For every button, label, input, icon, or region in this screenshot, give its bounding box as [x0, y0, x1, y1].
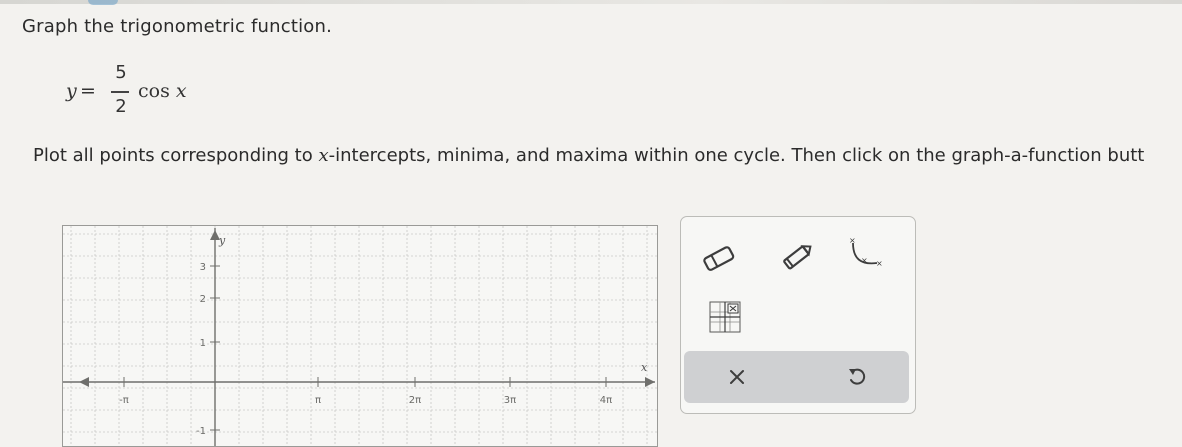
tool-action-bar: [684, 351, 909, 403]
question-instruction: Graph the trigonometric function.: [22, 16, 333, 37]
function-name: cos: [138, 80, 170, 102]
close-icon: [730, 370, 744, 384]
top-tab-indicator: [88, 0, 118, 5]
grid-lines: [63, 226, 657, 446]
pencil-icon: [783, 245, 812, 270]
plot-instruction: Plot all points corresponding to x-inter…: [33, 145, 1144, 166]
fraction-denominator: 2: [115, 96, 127, 117]
function-curve-icon: × × ×: [849, 236, 883, 268]
x-tick-label: π: [315, 395, 321, 406]
fraction-numerator: 5: [115, 62, 127, 83]
x-tick-label: 4π: [600, 395, 612, 406]
function-variable: x: [175, 80, 187, 102]
x-axis-arrow-left: [79, 377, 89, 387]
fraction-bar: [111, 91, 129, 93]
function-icon-mark: ×: [861, 256, 868, 265]
graph-canvas[interactable]: y x -π π 2π 3π 4π 3 2 1 -1: [63, 226, 657, 446]
grid-tool-button[interactable]: [703, 297, 747, 337]
y-tick-label: 1: [200, 338, 206, 349]
plot-instruction-var: x: [318, 145, 329, 166]
top-strip: [0, 0, 1182, 4]
y-tick-label: 2: [200, 294, 206, 305]
graph-a-function-tool-button[interactable]: × × ×: [843, 233, 887, 273]
grid-icon: [709, 301, 741, 333]
y-ticks: 3 2 1 -1: [196, 262, 220, 437]
graph-tool-panel: × × ×: [680, 216, 916, 414]
graphing-area[interactable]: y x -π π 2π 3π 4π 3 2 1 -1: [62, 225, 658, 447]
y-tick-label: 3: [200, 262, 206, 273]
equation-fraction: 5 2: [101, 62, 141, 124]
function-icon-mark: ×: [876, 259, 883, 268]
axes: y x: [63, 228, 655, 446]
pencil-tool-button[interactable]: [775, 237, 819, 277]
function-icon-mark: ×: [849, 236, 856, 245]
plot-instruction-start: Plot all points corresponding to: [33, 145, 319, 166]
equation-equals: =: [80, 80, 96, 102]
eraser-icon: [703, 246, 735, 271]
undo-button[interactable]: [835, 357, 879, 397]
eraser-tool-button[interactable]: [697, 239, 741, 279]
clear-button[interactable]: [715, 357, 759, 397]
x-tick-label: 3π: [504, 395, 516, 406]
x-tick-label: 2π: [409, 395, 421, 406]
y-axis-label: y: [218, 234, 226, 247]
x-tick-label: -π: [119, 395, 129, 406]
undo-icon: [849, 368, 866, 385]
equation-function: cos x: [138, 80, 187, 102]
y-tick-label: -1: [196, 426, 206, 437]
x-axis-label: x: [641, 361, 648, 374]
equation-lhs: y: [66, 80, 77, 102]
x-axis-arrow-right: [645, 377, 655, 387]
plot-instruction-end: -intercepts, minima, and maxima within o…: [328, 145, 1145, 166]
